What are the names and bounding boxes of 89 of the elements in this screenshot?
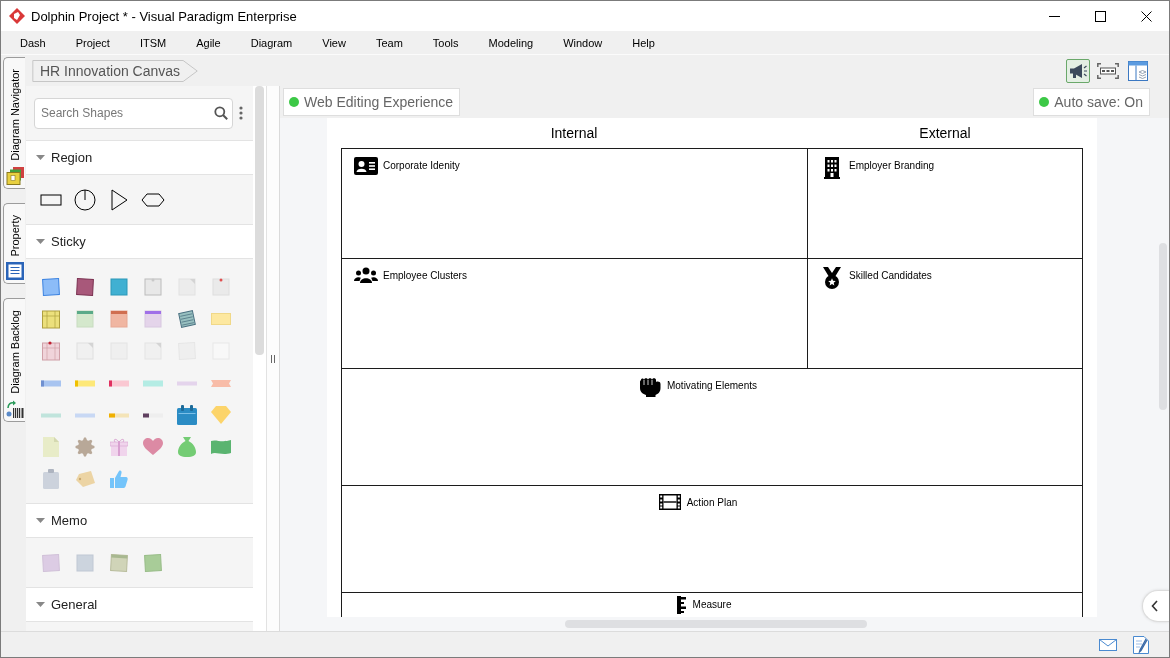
- grip-icon: [271, 354, 275, 363]
- side-tab[interactable]: Diagram Navigator: [3, 57, 25, 189]
- cell-label: Action Plan: [686, 496, 738, 510]
- more-icon: [239, 106, 243, 120]
- rectangle-icon[interactable]: [40, 194, 62, 206]
- menu-item[interactable]: Diagram: [250, 36, 293, 49]
- arrow-barcode-icon: [5, 400, 24, 419]
- clipboard-icon[interactable]: [43, 469, 59, 489]
- column-header: Internal: [550, 125, 598, 141]
- cell-label: Measure: [692, 598, 732, 612]
- app-logo-icon: [9, 8, 25, 24]
- page-icon[interactable]: [43, 437, 59, 457]
- banner-icon[interactable]: [211, 439, 231, 455]
- menu-item[interactable]: Help: [632, 36, 655, 49]
- status-chip[interactable]: Web Editing Experience: [283, 88, 461, 116]
- note-icon[interactable]: [75, 277, 95, 297]
- chevron-left-icon: [1151, 600, 1158, 612]
- mail-button[interactable]: [1099, 638, 1117, 651]
- menu-item[interactable]: Modeling: [488, 36, 534, 49]
- note-icon[interactable]: [109, 309, 129, 329]
- close-icon: [1140, 10, 1152, 22]
- canvas-cell[interactable]: Motivating Elements: [341, 368, 1083, 485]
- bag-icon[interactable]: [178, 437, 196, 457]
- menu-item[interactable]: ITSM: [139, 36, 167, 49]
- canvas-cell[interactable]: Employee Clusters: [341, 258, 807, 368]
- stacked-pages-icon: [5, 166, 24, 185]
- menu-item[interactable]: Window: [563, 36, 603, 49]
- note-icon[interactable]: [41, 277, 61, 297]
- tape-icon[interactable]: [109, 379, 129, 387]
- section-header[interactable]: General: [26, 588, 253, 622]
- thumbs-up-icon[interactable]: [110, 470, 128, 488]
- section-header[interactable]: Sticky: [26, 225, 253, 259]
- menu-item[interactable]: Dash: [20, 36, 46, 49]
- section-header[interactable]: Memo: [26, 504, 253, 538]
- cell-label: Skilled Candidates: [849, 269, 933, 283]
- toolbar-button[interactable]: [1126, 58, 1150, 83]
- ruler-icon: [676, 596, 687, 614]
- building-icon: [824, 157, 840, 179]
- gift-icon[interactable]: [110, 438, 128, 456]
- canvas-cell[interactable]: Employer Branding: [807, 148, 1083, 258]
- heart-icon[interactable]: [143, 438, 163, 456]
- medal-icon: [823, 267, 841, 289]
- document-list-icon: [5, 262, 24, 281]
- gear-icon[interactable]: [75, 437, 95, 457]
- notes-button[interactable]: [1133, 635, 1149, 654]
- minimize-icon: [1048, 15, 1060, 17]
- menu-item[interactable]: Tools: [432, 36, 459, 49]
- side-tab[interactable]: Diagram Backlog: [3, 298, 25, 423]
- circle-icon[interactable]: [74, 189, 96, 211]
- column-header: External: [919, 125, 971, 141]
- search-field[interactable]: Search Shapes: [34, 97, 233, 129]
- splitter[interactable]: [266, 86, 280, 631]
- note-stack-icon[interactable]: [177, 309, 197, 329]
- scrollbar-thumb[interactable]: [255, 86, 264, 355]
- window-title: Dolphin Project * - Visual Paradigm Enterprise: [31, 8, 297, 24]
- window-layout-icon: [1128, 60, 1148, 81]
- id-card-icon: [354, 157, 378, 175]
- breadcrumb[interactable]: HR Innovation Canvas: [32, 59, 199, 82]
- canvas-cell[interactable]: Skilled Candidates: [807, 258, 1083, 368]
- tag-icon[interactable]: [75, 471, 95, 487]
- fist-icon: [638, 377, 661, 397]
- triangle-icon[interactable]: [110, 189, 128, 211]
- people-icon: [354, 267, 378, 283]
- cell-label: Motivating Elements: [666, 379, 757, 393]
- menu-item[interactable]: View: [322, 36, 346, 49]
- maximize-icon: [1094, 10, 1106, 22]
- cell-label: Employee Clusters: [383, 269, 468, 283]
- search-icon: [214, 105, 228, 120]
- more-button[interactable]: [239, 106, 243, 120]
- status-chip[interactable]: Auto save: On: [1033, 88, 1150, 116]
- canvas-cell[interactable]: Corporate Idenity: [341, 148, 807, 258]
- hexagon-icon[interactable]: [141, 193, 165, 207]
- bracket-frame-icon: [1097, 62, 1119, 79]
- side-tab[interactable]: Property: [3, 202, 25, 285]
- tape-icon[interactable]: [143, 412, 163, 418]
- cell-label: Corporate Idenity: [383, 159, 461, 173]
- note-pencil-icon: [1133, 635, 1149, 654]
- film-icon: [658, 494, 681, 510]
- menu-item[interactable]: Team: [375, 36, 403, 49]
- diamond-icon[interactable]: [211, 406, 231, 424]
- menu-item[interactable]: Project: [75, 36, 110, 49]
- menu-item[interactable]: Agile: [196, 36, 221, 49]
- toolbar-button[interactable]: [1066, 58, 1090, 83]
- mail-icon: [1099, 638, 1117, 651]
- megaphone-icon: [1069, 62, 1087, 79]
- section-header[interactable]: Region: [26, 141, 253, 175]
- canvas-cell[interactable]: Action Plan: [341, 485, 1083, 592]
- cell-label: Employer Branding: [849, 159, 936, 173]
- calendar-icon[interactable]: [177, 405, 197, 425]
